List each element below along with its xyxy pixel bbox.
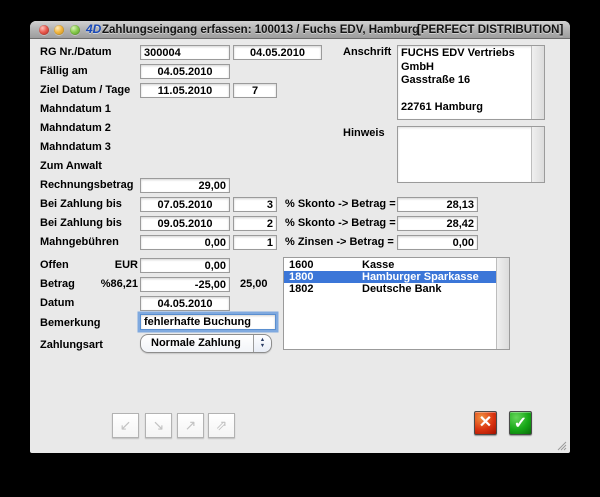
account-name: Hamburger Sparkasse [362, 271, 479, 283]
zinsen-betrag-label: % Zinsen -> Betrag = [285, 236, 394, 249]
bz2-datum-input[interactable] [140, 216, 230, 231]
ziel-datum-input[interactable] [140, 83, 230, 98]
window-title: Zahlungseingang erfassen: 100013 / Fuchs… [102, 24, 419, 36]
betrag-input[interactable] [140, 277, 230, 292]
account-number: 1600 [289, 259, 313, 271]
faellig-am-label: Fällig am [40, 65, 88, 78]
cancel-x-icon: ✕ [479, 414, 492, 431]
mahngebuehren-prozent-input[interactable] [233, 235, 277, 250]
bei-zahlung-bis-2-label: Bei Zahlung bis [40, 217, 122, 230]
cancel-button[interactable]: ✕ [474, 411, 497, 435]
close-icon[interactable] [39, 25, 49, 35]
hinweis-scrollbar[interactable] [531, 127, 544, 182]
datum-label: Datum [40, 297, 74, 310]
account-row[interactable]: 1802 Deutsche Bank [284, 283, 509, 295]
skonto1-betrag-input[interactable] [397, 197, 478, 212]
previous-record-button[interactable]: ↘ [145, 413, 172, 438]
bei-zahlung-bis-1-label: Bei Zahlung bis [40, 198, 122, 211]
next-record-icon: ↗ [185, 417, 197, 433]
account-row-selected[interactable]: 1800 Hamburger Sparkasse [284, 271, 509, 283]
bemerkung-input[interactable] [140, 314, 276, 330]
bemerkung-label: Bemerkung [40, 317, 101, 330]
zahlungsart-select[interactable]: Normale Zahlung ▲ ▼ [140, 334, 272, 353]
betrag-label: Betrag [40, 278, 75, 291]
app-window: 4D Zahlungseingang erfassen: 100013 / Fu… [30, 21, 570, 453]
window-title-suffix: [PERFECT DISTRIBUTION] [417, 24, 563, 36]
resize-grip-icon[interactable] [555, 438, 567, 450]
skonto2-betrag-label: % Skonto -> Betrag = [285, 217, 396, 230]
ok-check-icon: ✓ [514, 415, 527, 432]
account-name: Deutsche Bank [362, 283, 441, 295]
offen-currency-label: EUR [85, 259, 138, 272]
anschrift-label: Anschrift [343, 46, 391, 59]
next-record-button[interactable]: ↗ [177, 413, 204, 438]
stepper-down-icon: ▼ [260, 344, 265, 350]
bz2-prozent-input[interactable] [233, 216, 277, 231]
zinsen-betrag-input[interactable] [397, 235, 478, 250]
last-record-button[interactable]: ⇗ [208, 413, 235, 438]
betrag-rest-value: 25,00 [240, 278, 268, 291]
ok-button[interactable]: ✓ [509, 411, 532, 435]
konto-listbox[interactable]: 1600 Kasse 1800 Hamburger Sparkasse 1802… [283, 257, 510, 350]
rg-nr-datum-label: RG Nr./Datum [40, 46, 112, 59]
rechnungsbetrag-input[interactable] [140, 178, 230, 193]
anschrift-text: FUCHS EDV Vertriebs GmbH Gasstraße 16 22… [401, 47, 530, 115]
mahndatum2-label: Mahndatum 2 [40, 122, 111, 135]
anschrift-textarea[interactable]: FUCHS EDV Vertriebs GmbH Gasstraße 16 22… [397, 45, 545, 120]
zum-anwalt-label: Zum Anwalt [40, 160, 102, 173]
desktop-background: 4D Zahlungseingang erfassen: 100013 / Fu… [0, 0, 600, 497]
account-number: 1800 [289, 271, 313, 283]
mahndatum3-label: Mahndatum 3 [40, 141, 111, 154]
mahngebuehren-input[interactable] [140, 235, 230, 250]
skonto2-betrag-input[interactable] [397, 216, 478, 231]
account-name: Kasse [362, 259, 394, 271]
bz1-datum-input[interactable] [140, 197, 230, 212]
skonto1-betrag-label: % Skonto -> Betrag = [285, 198, 396, 211]
offen-label: Offen [40, 259, 69, 272]
hinweis-label: Hinweis [343, 127, 385, 140]
account-number: 1802 [289, 283, 313, 295]
first-record-icon: ↙ [120, 417, 132, 433]
ziel-tage-input[interactable] [233, 83, 277, 98]
anschrift-scrollbar[interactable] [531, 46, 544, 119]
stepper-icon[interactable]: ▲ ▼ [253, 335, 271, 352]
mahngebuehren-label: Mahngebühren [40, 236, 119, 249]
minimize-icon[interactable] [54, 25, 64, 35]
rg-nr-input[interactable] [140, 45, 230, 60]
offen-input[interactable] [140, 258, 230, 273]
previous-record-icon: ↘ [153, 417, 165, 433]
rechnungsbetrag-label: Rechnungsbetrag [40, 179, 134, 192]
first-record-button[interactable]: ↙ [112, 413, 139, 438]
titlebar[interactable]: 4D Zahlungseingang erfassen: 100013 / Fu… [30, 21, 570, 39]
zahlungsart-label: Zahlungsart [40, 339, 103, 352]
last-record-icon: ⇗ [216, 417, 228, 433]
ziel-datum-tage-label: Ziel Datum / Tage [40, 84, 130, 97]
maximize-icon[interactable] [70, 25, 80, 35]
4d-app-icon: 4D [86, 22, 101, 36]
account-row[interactable]: 1600 Kasse [284, 259, 509, 271]
zahlungsart-value: Normale Zahlung [151, 337, 241, 349]
betrag-prozent-label: %86,21 [85, 278, 138, 291]
konto-list-scrollbar[interactable] [496, 258, 509, 349]
faellig-am-input[interactable] [140, 64, 230, 79]
rg-datum-input[interactable] [233, 45, 322, 60]
hinweis-textarea[interactable] [397, 126, 545, 183]
bz1-prozent-input[interactable] [233, 197, 277, 212]
mahndatum1-label: Mahndatum 1 [40, 103, 111, 116]
datum-input[interactable] [140, 296, 230, 311]
